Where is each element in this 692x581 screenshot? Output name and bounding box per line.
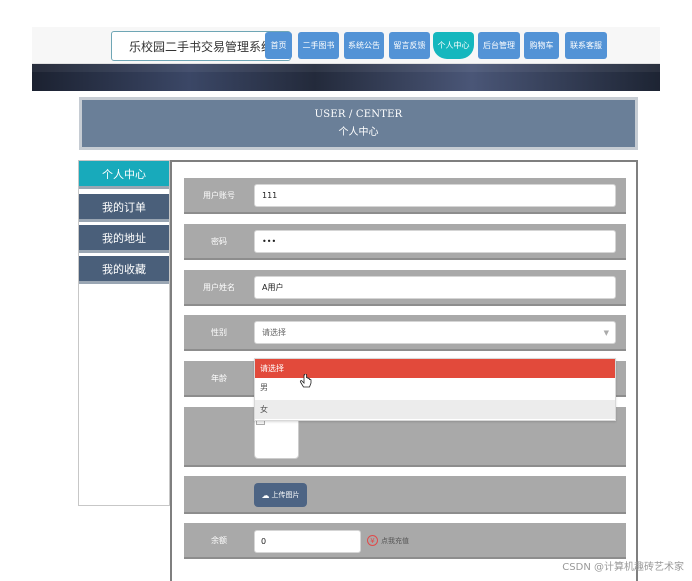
name-input[interactable]: A用户 bbox=[254, 276, 616, 299]
account-input[interactable]: 111 bbox=[254, 184, 616, 207]
form-row-account: 用户账号 111 bbox=[184, 178, 626, 214]
page-header: USER / CENTER 个人中心 bbox=[79, 97, 638, 150]
sidebar: 个人中心 我的订单 我的地址 我的收藏 bbox=[78, 160, 170, 506]
site-title[interactable]: 乐校园二手书交易管理系统 bbox=[111, 31, 291, 61]
sidebar-item-user-center[interactable]: 个人中心 bbox=[79, 161, 169, 189]
page: 乐校园二手书交易管理系统 首页 二手图书 系统公告 留言反馈 个人中心 后台管理… bbox=[0, 0, 692, 581]
form-row-upload bbox=[184, 476, 626, 514]
name-label: 用户姓名 bbox=[203, 282, 235, 292]
nav-support[interactable]: 联系客服 bbox=[565, 32, 607, 59]
gender-option[interactable]: 女 bbox=[255, 400, 615, 419]
recharge-icon: ¥ bbox=[367, 535, 378, 546]
upload-image-button[interactable]: ☁ 上传图片 bbox=[254, 483, 307, 507]
page-title-en: USER / CENTER bbox=[314, 109, 403, 120]
upload-button-label: 上传图片 bbox=[271, 491, 300, 499]
sidebar-item-addresses[interactable]: 我的地址 bbox=[79, 225, 169, 253]
nav-used-books[interactable]: 二手图书 bbox=[298, 32, 339, 59]
nav-cart[interactable]: 购物车 bbox=[524, 32, 559, 59]
chevron-down-icon: ▼ bbox=[603, 329, 609, 337]
form-row-name: 用户姓名 A用户 bbox=[184, 270, 626, 306]
nav-admin[interactable]: 后台管理 bbox=[478, 32, 520, 59]
balance-input[interactable]: 0 bbox=[254, 530, 361, 553]
nav-user-center[interactable]: 个人中心 bbox=[433, 32, 474, 59]
age-label: 年龄 bbox=[211, 373, 227, 383]
nav-announcements[interactable]: 系统公告 bbox=[344, 32, 384, 59]
page-title-cn: 个人中心 bbox=[338, 127, 379, 138]
watermark: CSDN @计算机趣砖艺术家 bbox=[562, 562, 684, 573]
password-label: 密码 bbox=[211, 236, 227, 246]
nav-home[interactable]: 首页 bbox=[265, 32, 292, 59]
banner-image bbox=[32, 64, 660, 91]
form-row-gender: 性别 请选择 ▼ bbox=[184, 315, 626, 351]
recharge-label: 点我充值 bbox=[381, 536, 409, 545]
cloud-upload-icon: ☁ bbox=[261, 490, 270, 500]
gender-label: 性别 bbox=[211, 327, 227, 337]
gender-select-value: 请选择 bbox=[262, 328, 286, 337]
recharge-link[interactable]: ¥ 点我充值 bbox=[367, 535, 409, 546]
account-label: 用户账号 bbox=[203, 190, 235, 200]
sidebar-item-orders[interactable]: 我的订单 bbox=[79, 194, 169, 222]
top-nav-bar: 乐校园二手书交易管理系统 首页 二手图书 系统公告 留言反馈 个人中心 后台管理… bbox=[32, 27, 660, 64]
sidebar-item-favorites[interactable]: 我的收藏 bbox=[79, 256, 169, 284]
gender-select[interactable]: 请选择 ▼ bbox=[254, 321, 616, 344]
nav-feedback[interactable]: 留言反馈 bbox=[389, 32, 430, 59]
hand-cursor-icon bbox=[299, 374, 312, 388]
form-row-password: 密码 ••• bbox=[184, 224, 626, 260]
balance-label: 余额 bbox=[211, 535, 227, 545]
password-input[interactable]: ••• bbox=[254, 230, 616, 253]
